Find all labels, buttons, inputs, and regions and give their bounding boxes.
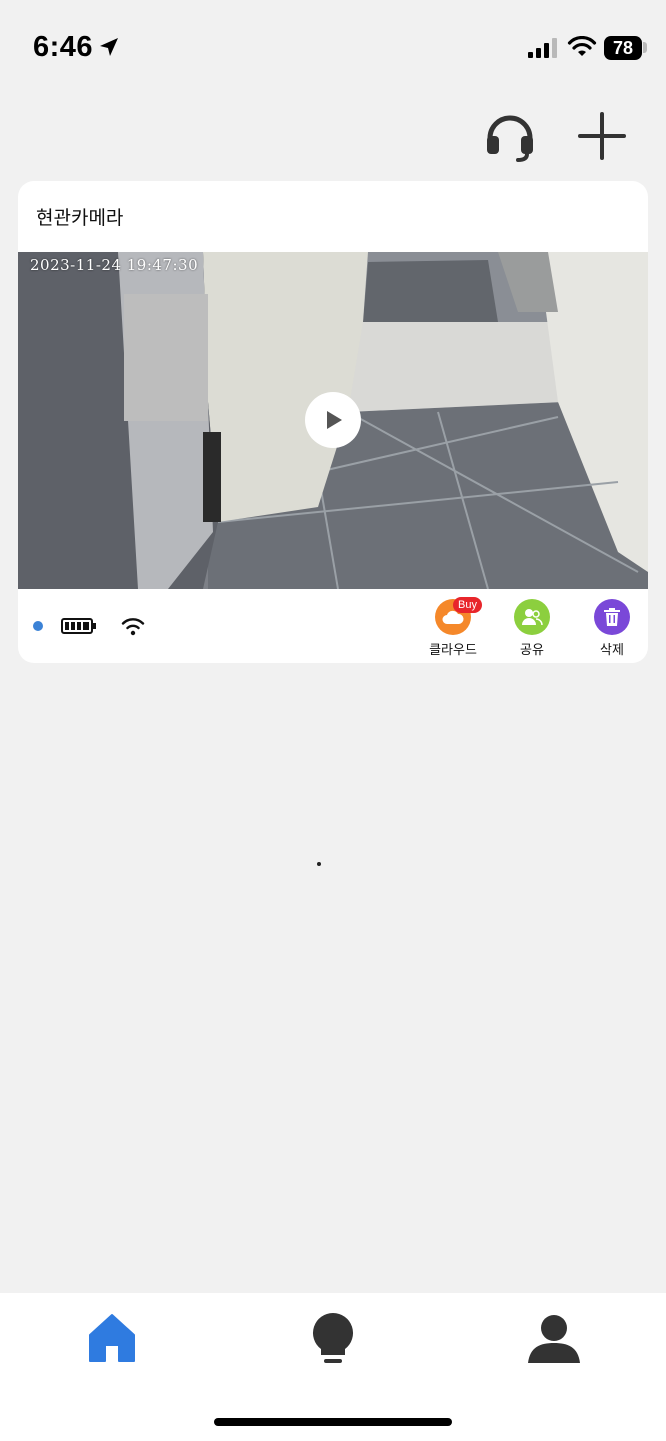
user-icon — [528, 1315, 580, 1363]
device-name[interactable]: 현관카메라 — [36, 203, 123, 230]
cloud-action-circle: Buy — [435, 597, 482, 635]
share-action-label: 공유 — [520, 643, 544, 658]
wifi-icon — [567, 36, 597, 56]
plus-icon — [578, 112, 626, 160]
home-icon — [89, 1314, 135, 1362]
share-action-button[interactable]: 공유 — [492, 599, 572, 658]
headset-icon — [487, 115, 533, 162]
delete-action-button[interactable]: 삭제 — [572, 599, 648, 658]
cellular-signal-icon — [528, 38, 557, 58]
nav-ideas[interactable] — [305, 1311, 361, 1367]
battery-full-icon — [61, 618, 96, 634]
online-status-dot — [33, 621, 43, 631]
location-arrow-icon — [100, 38, 118, 56]
cloud-action-label: 클라우드 — [429, 643, 477, 658]
wifi-icon — [121, 618, 145, 636]
status-bar: 6:46 78 — [0, 0, 666, 90]
status-time: 6:46 — [33, 31, 94, 63]
home-indicator — [214, 1418, 452, 1426]
lightbulb-icon — [313, 1313, 353, 1363]
stray-dot — [317, 862, 321, 866]
users-icon — [522, 609, 543, 626]
nav-profile[interactable] — [526, 1311, 582, 1367]
delete-action-label: 삭제 — [600, 643, 624, 658]
add-device-button[interactable] — [576, 110, 628, 162]
buy-badge: Buy — [453, 597, 482, 613]
bottom-nav — [0, 1293, 666, 1441]
play-button[interactable] — [305, 392, 361, 448]
battery-level: 78 — [612, 38, 634, 58]
support-button[interactable] — [482, 108, 538, 164]
privacy-mask — [124, 294, 208, 421]
share-action-circle — [514, 599, 550, 635]
device-card: 현관카메라 2023-11-24 19:47:30 Buy 클라우드 공유 삭제 — [18, 181, 648, 663]
trash-icon — [604, 608, 620, 626]
cloud-action-button[interactable]: Buy 클라우드 — [413, 597, 493, 658]
preview-timestamp: 2023-11-24 19:47:30 — [30, 256, 199, 274]
delete-action-circle — [594, 599, 630, 635]
nav-home[interactable] — [84, 1311, 140, 1367]
battery-cap — [643, 42, 647, 53]
battery-indicator: 78 — [604, 36, 642, 60]
camera-preview[interactable]: 2023-11-24 19:47:30 — [18, 252, 648, 589]
play-icon — [327, 411, 342, 429]
